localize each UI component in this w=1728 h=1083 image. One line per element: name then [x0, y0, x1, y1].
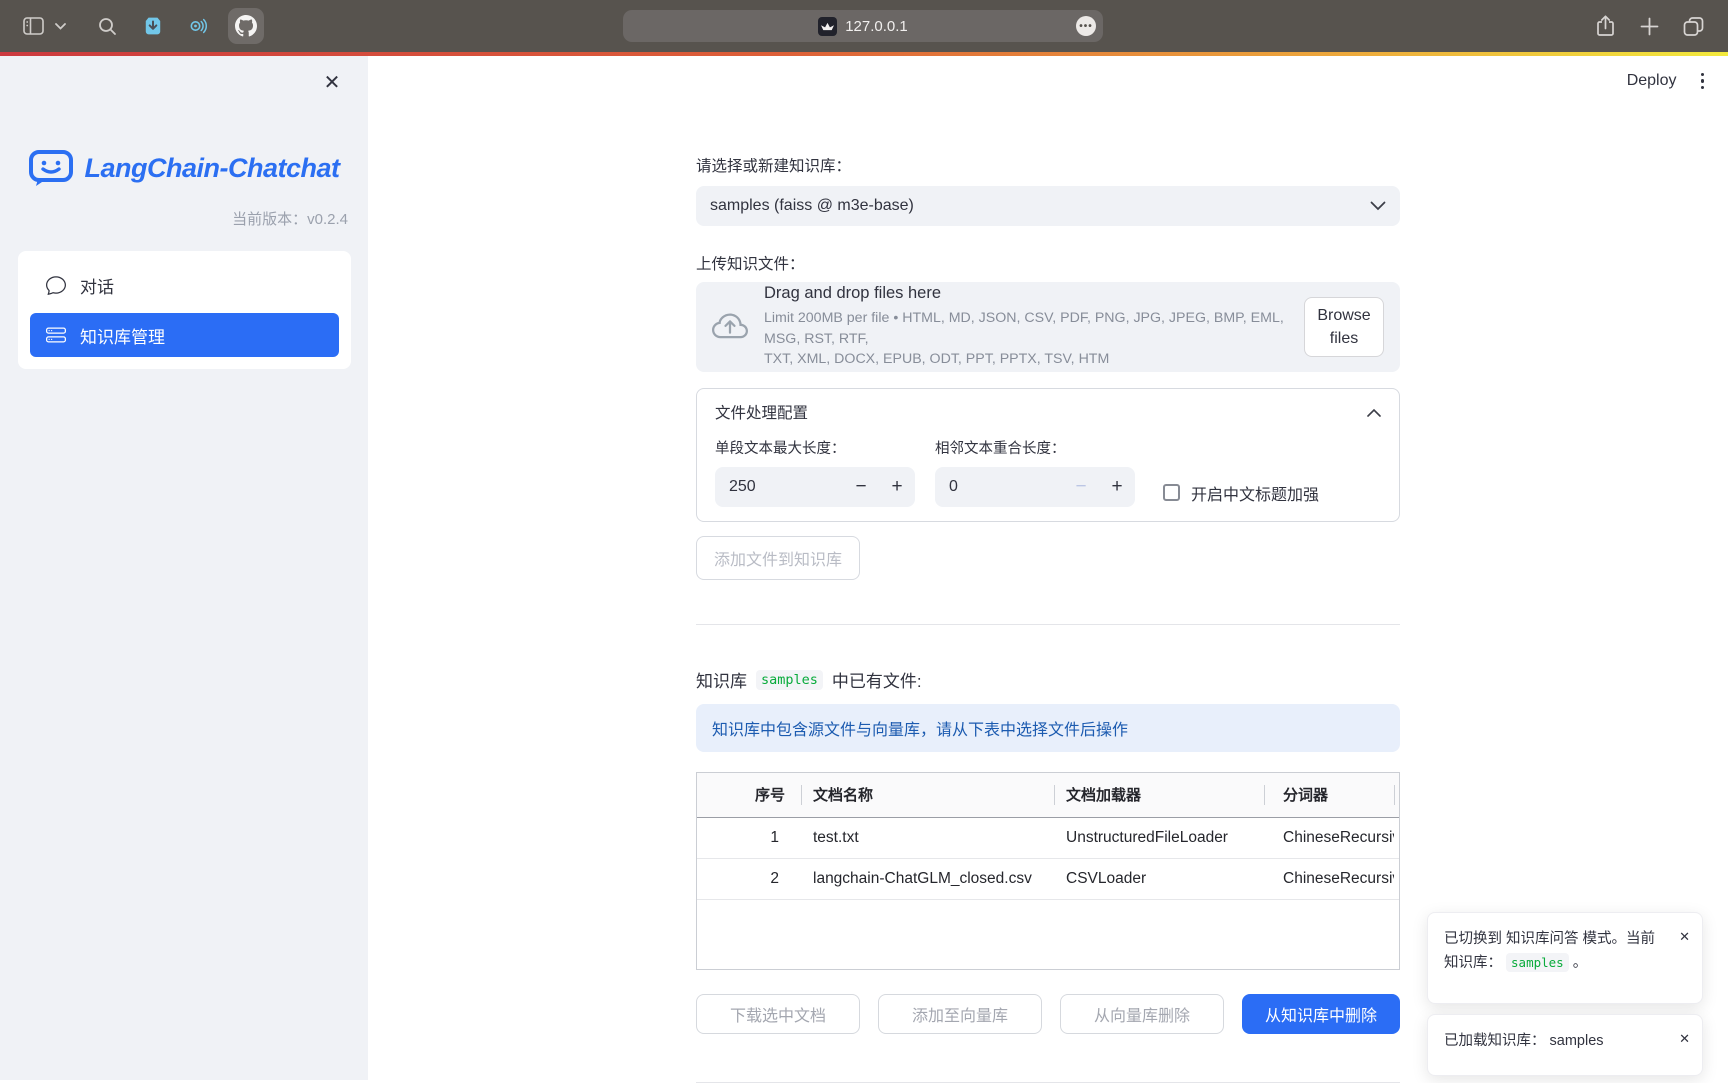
- chevron-up-icon: [1367, 408, 1381, 417]
- page-settings-icon[interactable]: •••: [1076, 16, 1096, 36]
- cloud-upload-icon: [712, 309, 748, 345]
- delete-from-vectorstore-button[interactable]: 从向量库删除: [1060, 994, 1224, 1034]
- expander-title: 文件处理配置: [715, 401, 808, 423]
- sidebar-toggle-icon[interactable]: [22, 15, 44, 37]
- version-text: 当前版本：v0.2.4: [0, 208, 368, 229]
- checkbox-box[interactable]: [1163, 484, 1180, 501]
- dropzone-title: Drag and drop files here: [764, 284, 1288, 303]
- expander-header[interactable]: 文件处理配置: [697, 389, 1399, 435]
- cell-loader[interactable]: UnstructuredFileLoader: [1054, 817, 1264, 858]
- chevron-down-icon: [1370, 201, 1386, 211]
- streamlit-favicon: [818, 17, 837, 36]
- cell-index[interactable]: 1: [697, 817, 801, 858]
- kb-files-heading: 知识库 samples 中已有文件:: [696, 667, 1400, 692]
- sidebar-item-knowledge-base[interactable]: 知识库管理: [30, 313, 339, 357]
- info-alert: 知识库中包含源文件与向量库，请从下表中选择文件后操作: [696, 704, 1400, 752]
- cell-loader[interactable]: CSVLoader: [1054, 858, 1264, 899]
- chevron-down-icon[interactable]: [54, 20, 66, 32]
- sidebar-menu: 对话 知识库管理: [18, 251, 351, 369]
- file-dropzone[interactable]: Drag and drop files here Limit 200MB per…: [696, 282, 1400, 372]
- zh-title-enhance-checkbox[interactable]: 开启中文标题加强: [1163, 478, 1319, 507]
- kb-heading-suffix: 中已有文件:: [832, 667, 922, 692]
- kb-stack-icon: [46, 325, 66, 345]
- overlap-value[interactable]: 0: [935, 478, 1063, 496]
- files-table[interactable]: 序号 文档名称 文档加载器 分词器 1 test.txt Unstructure…: [696, 772, 1400, 970]
- overlap-input[interactable]: 0 − +: [935, 467, 1135, 507]
- file-config-expander: 文件处理配置 单段文本最大长度： 250 − +: [696, 388, 1400, 522]
- app-logo: LangChain-Chatchat: [0, 148, 368, 188]
- toast-close-icon[interactable]: ✕: [1679, 925, 1690, 948]
- sidebar-item-dialogue[interactable]: 对话: [30, 263, 339, 307]
- download-selected-button[interactable]: 下载选中文档: [696, 994, 860, 1034]
- browse-files-button[interactable]: Browse files: [1304, 297, 1384, 357]
- toast-close-icon[interactable]: ✕: [1679, 1027, 1690, 1050]
- checkbox-label: 开启中文标题加强: [1191, 481, 1319, 505]
- plus-button[interactable]: +: [879, 476, 915, 498]
- kb-heading-prefix: 知识库: [696, 667, 747, 692]
- plus-button[interactable]: +: [1099, 476, 1135, 498]
- cell-name[interactable]: langchain-ChatGLM_closed.csv: [801, 858, 1054, 899]
- overlap-field: 相邻文本重合长度： 0 − +: [935, 437, 1135, 507]
- table-row[interactable]: 1 test.txt UnstructuredFileLoader Chines…: [697, 817, 1400, 858]
- main-menu-icon[interactable]: [1701, 73, 1705, 90]
- search-icon[interactable]: [96, 15, 118, 37]
- dropzone-limit-line1: Limit 200MB per file • HTML, MD, JSON, C…: [764, 308, 1288, 349]
- cell-splitter[interactable]: ChineseRecursiveTe: [1264, 858, 1394, 899]
- cell-name[interactable]: test.txt: [801, 817, 1054, 858]
- browser-chrome: 127.0.0.1 •••: [0, 0, 1728, 52]
- col-header-name[interactable]: 文档名称: [801, 773, 1054, 817]
- table-actions: 下载选中文档 添加至向量库 从向量库删除 从知识库中删除: [696, 994, 1400, 1034]
- cell-extra: [1394, 858, 1400, 899]
- cell-index[interactable]: 2: [697, 858, 801, 899]
- minus-button[interactable]: −: [843, 476, 879, 498]
- sidebar: ✕ LangChain-Chatchat 当前版本：v0.2.4 对话 知识库管…: [0, 56, 368, 1080]
- logo-text: LangChain-Chatchat: [84, 153, 339, 184]
- add-files-button[interactable]: 添加文件到知识库: [696, 536, 860, 580]
- cell-splitter[interactable]: ChineseRecursiveTe: [1264, 817, 1394, 858]
- dropzone-limit-line2: TXT, XML, DOCX, EPUB, ODT, PPT, PPTX, TS…: [764, 349, 1288, 370]
- toast-text: 已切换到 知识库问答 模式。当前知识库： samples 。: [1444, 928, 1686, 975]
- toast-kb-code: samples: [1506, 953, 1569, 972]
- col-header-loader[interactable]: 文档加载器: [1054, 773, 1264, 817]
- toast-kb-loaded: 已加载知识库： samples ✕: [1427, 1014, 1703, 1076]
- kb-select-label: 请选择或新建知识库：: [696, 154, 1400, 176]
- deploy-button[interactable]: Deploy: [1627, 72, 1677, 90]
- sidebar-close-icon[interactable]: ✕: [318, 68, 346, 96]
- chat-bubble-icon: [46, 275, 66, 295]
- col-header-extra: [1394, 773, 1400, 817]
- kb-name-code: samples: [756, 670, 823, 690]
- minus-button[interactable]: −: [1063, 476, 1099, 498]
- chunk-size-value[interactable]: 250: [715, 478, 843, 496]
- toast-mode-switched: 已切换到 知识库问答 模式。当前知识库： samples 。 ✕: [1427, 912, 1703, 1004]
- pinned-tab-reader-icon[interactable]: [142, 15, 164, 37]
- toast-text: 已加载知识库： samples: [1444, 1030, 1626, 1053]
- delete-from-kb-button[interactable]: 从知识库中删除: [1242, 994, 1400, 1034]
- col-header-index[interactable]: 序号: [697, 773, 801, 817]
- chunk-size-field: 单段文本最大长度： 250 − +: [715, 437, 915, 507]
- kb-selectbox[interactable]: samples (faiss @ m3e-base): [696, 186, 1400, 226]
- url-text: 127.0.0.1: [845, 18, 908, 35]
- upload-label: 上传知识文件：: [696, 252, 1400, 274]
- sidebar-item-label: 知识库管理: [80, 323, 165, 348]
- share-icon[interactable]: [1594, 15, 1616, 37]
- kb-selected-value: samples (faiss @ m3e-base): [710, 197, 1370, 215]
- table-header-row: 序号 文档名称 文档加载器 分词器: [697, 773, 1400, 817]
- tab-overview-icon[interactable]: [1682, 15, 1704, 37]
- chunk-size-label: 单段文本最大长度：: [715, 437, 915, 458]
- logo-chat-icon: [28, 148, 74, 188]
- url-bar[interactable]: 127.0.0.1 •••: [623, 10, 1103, 42]
- cell-extra: [1394, 817, 1400, 858]
- chunk-size-input[interactable]: 250 − +: [715, 467, 915, 507]
- divider: [696, 624, 1400, 625]
- new-tab-icon[interactable]: [1638, 15, 1660, 37]
- table-row[interactable]: 2 langchain-ChatGLM_closed.csv CSVLoader…: [697, 858, 1400, 899]
- pinned-tab-radar-icon[interactable]: [186, 15, 208, 37]
- add-to-vectorstore-button[interactable]: 添加至向量库: [878, 994, 1042, 1034]
- github-tab-button[interactable]: [228, 8, 264, 44]
- col-header-splitter[interactable]: 分词器: [1264, 773, 1394, 817]
- dropzone-instructions: Drag and drop files here Limit 200MB per…: [764, 284, 1288, 370]
- app-header: Deploy: [368, 56, 1728, 106]
- sidebar-item-label: 对话: [80, 273, 114, 298]
- overlap-label: 相邻文本重合长度：: [935, 437, 1135, 458]
